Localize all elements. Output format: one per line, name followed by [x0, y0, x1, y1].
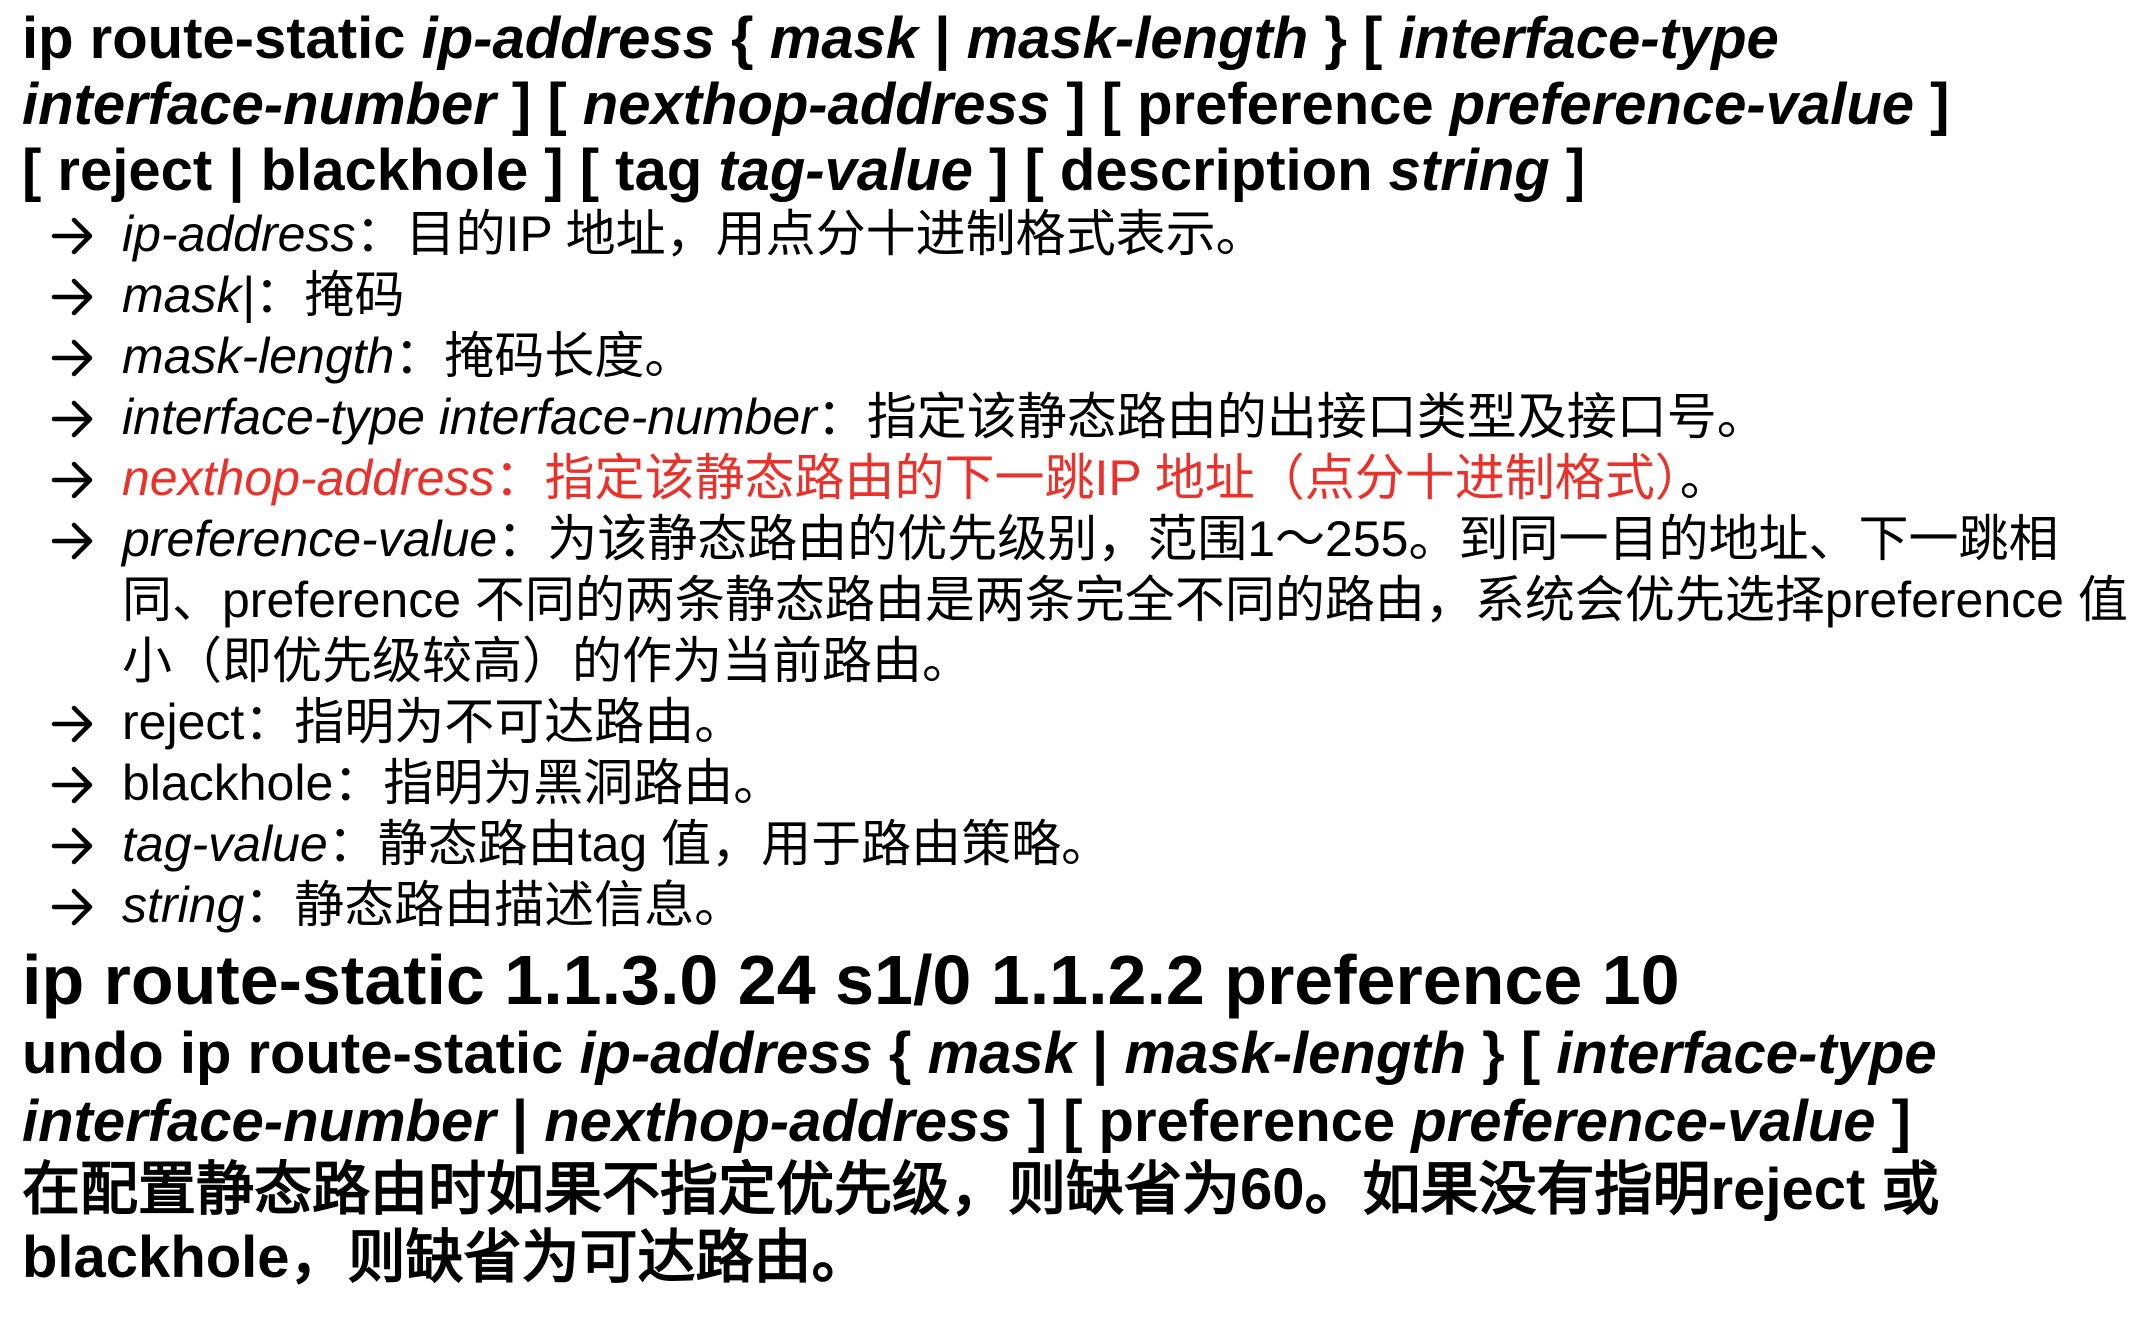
syntax-bracket-1: ] [ [495, 72, 583, 137]
param-name: string [122, 877, 245, 933]
param-separator: ： [254, 267, 305, 323]
example-command: ip route-static 1.1.3.0 24 s1/0 1.1.2.2 … [22, 941, 1680, 1019]
syntax-command: ip route-static [22, 6, 422, 71]
command-syntax: ip route-static ip-address { mask | mask… [22, 6, 2132, 204]
param-description: 掩码长度。 [444, 328, 695, 384]
syntax-close-brace: } [ [1308, 6, 1399, 71]
undo-interface-number: interface-number [22, 1089, 496, 1154]
syntax-bracket-4: ] [ description [972, 138, 1389, 203]
syntax-tag-value: tag-value [718, 138, 973, 203]
arrow-right-icon [50, 387, 110, 439]
syntax-interface-type: interface-type [1398, 6, 1779, 71]
param-item-string: string：静态路由描述信息。 [22, 875, 2132, 936]
arrow-right-icon [50, 692, 110, 744]
param-name: interface-type interface-number [122, 389, 817, 445]
param-description: 静态路由描述信息。 [294, 877, 745, 933]
arrow-right-icon [50, 204, 110, 256]
default-note: 在配置静态路由时如果不指定优先级，则缺省为60。如果没有指明reject 或bl… [22, 1157, 1940, 1290]
arrow-right-icon [50, 265, 110, 317]
undo-syntax: undo ip route-static ip-address { mask |… [22, 1020, 2132, 1156]
undo-pipe-2: | [495, 1089, 545, 1154]
arrow-right-icon [50, 753, 110, 805]
arrow-right-icon [50, 509, 110, 561]
param-item-nexthop: nexthop-address：指定该静态路由的下一跳IP 地址（点分十进制格式… [22, 448, 2132, 509]
param-separator: ： [494, 450, 545, 506]
param-description: 指明为不可达路由。 [294, 694, 745, 750]
param-item-ip-address: ip-address：目的IP 地址，用点分十进制格式表示。 [22, 204, 2132, 265]
parameter-list: ip-address：目的IP 地址，用点分十进制格式表示。 mask|：掩码 … [22, 204, 2132, 936]
param-description: 指明为黑洞路由。 [383, 755, 784, 811]
param-item-reject: reject：指明为不可达路由。 [22, 692, 2132, 753]
param-item-interface: interface-type interface-number：指定该静态路由的… [22, 387, 2132, 448]
undo-interface-type: interface-type [1556, 1021, 1937, 1086]
param-description: 目的IP 地址，用点分十进制格式表示。 [405, 206, 1266, 262]
param-item-blackhole: blackhole：指明为黑洞路由。 [22, 753, 2132, 814]
param-name: ip-address [122, 206, 356, 262]
param-item-preference-value: preference-value：为该静态路由的优先级别，范围1～255。到同一… [22, 509, 2132, 692]
syntax-bracket-2: ] [ preference [1050, 72, 1450, 137]
param-separator: ： [327, 816, 378, 872]
syntax-bracket-3: ] [1914, 72, 1950, 137]
param-name: preference-value [122, 511, 498, 567]
param-description: 掩码 [304, 267, 405, 323]
syntax-mask-length: mask-length [966, 6, 1309, 71]
syntax-reject-part: [ reject | blackhole ] [ tag [22, 138, 719, 203]
undo-bracket-2: ] [ preference [1011, 1089, 1412, 1154]
param-separator: ： [497, 511, 548, 567]
param-separator: ： [244, 694, 295, 750]
syntax-ip-address: ip-address [421, 6, 715, 71]
undo-close-brace: } [ [1466, 1021, 1557, 1086]
syntax-nexthop: nexthop-address [582, 72, 1051, 137]
undo-preference-value: preference-value [1411, 1089, 1876, 1154]
param-name: blackhole [122, 755, 334, 811]
arrow-right-icon [50, 814, 110, 866]
undo-ip-address: ip-address [579, 1021, 873, 1086]
syntax-mask: mask [769, 6, 919, 71]
slide-page: ip route-static ip-address { mask | mask… [22, 0, 2132, 1292]
param-tail: 。 [1679, 450, 1730, 506]
param-separator: ： [816, 389, 867, 445]
param-description: 指定该静态路由的下一跳IP 地址（点分十进制格式） [544, 450, 1680, 506]
arrow-right-icon [50, 326, 110, 378]
undo-pipe: | [1075, 1021, 1125, 1086]
param-separator: ： [394, 328, 445, 384]
undo-bracket-3: ] [1875, 1089, 1911, 1154]
param-description: 指定该静态路由的出接口类型及接口号。 [866, 389, 1767, 445]
arrow-right-icon [50, 875, 110, 927]
param-separator: ： [333, 755, 384, 811]
undo-nexthop: nexthop-address [544, 1089, 1012, 1154]
param-item-mask-length: mask-length：掩码长度。 [22, 326, 2132, 387]
syntax-open-brace: { [714, 6, 770, 71]
syntax-string: string [1388, 138, 1550, 203]
undo-mask: mask [927, 1021, 1076, 1086]
undo-open-brace: { [872, 1021, 928, 1086]
param-name: tag-value [122, 816, 328, 872]
param-description: 静态路由tag 值，用于路由策略。 [377, 816, 1112, 872]
param-name: mask| [122, 267, 255, 323]
param-name: reject [122, 694, 245, 750]
undo-mask-length: mask-length [1124, 1021, 1467, 1086]
param-name: mask-length [122, 328, 395, 384]
syntax-bracket-5: ] [1549, 138, 1586, 203]
undo-command: undo ip route-static [22, 1021, 580, 1086]
param-name: nexthop-address [122, 450, 495, 506]
param-separator: ： [244, 877, 295, 933]
syntax-pipe: | [918, 6, 967, 71]
param-separator: ： [355, 206, 406, 262]
syntax-preference-value: preference-value [1449, 72, 1915, 137]
param-item-mask: mask|：掩码 [22, 265, 2132, 326]
param-item-tag-value: tag-value：静态路由tag 值，用于路由策略。 [22, 814, 2132, 875]
syntax-interface-number: interface-number [22, 72, 496, 137]
highlighted-text: nexthop-address：指定该静态路由的下一跳IP 地址（点分十进制格式… [122, 450, 1680, 506]
arrow-right-icon [50, 448, 110, 500]
